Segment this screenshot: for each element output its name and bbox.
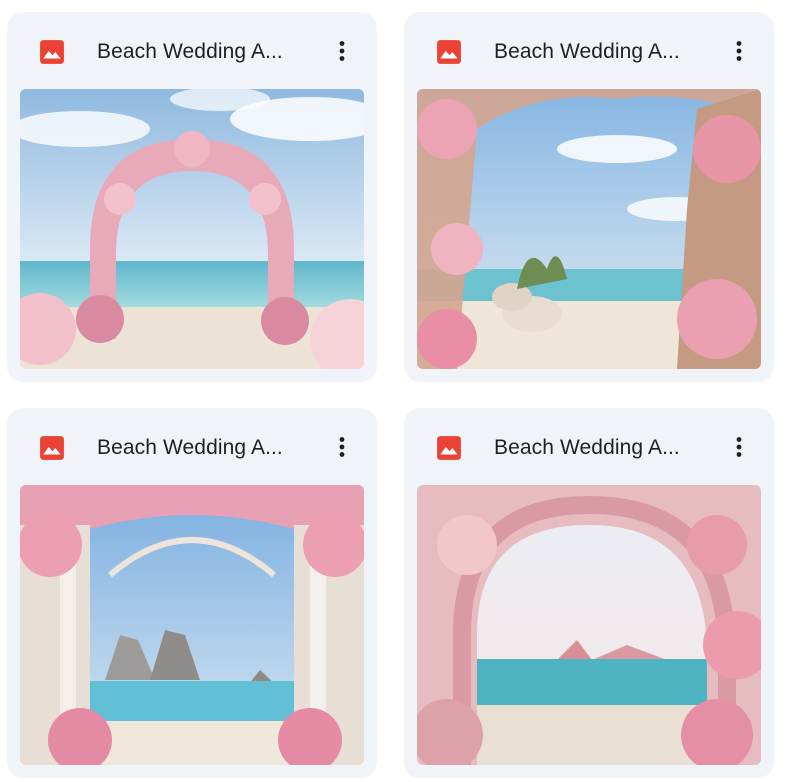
file-name: Beach Wedding A... [494,436,680,459]
more-actions-button[interactable] [722,34,756,68]
more-vert-icon [736,41,742,61]
more-actions-button[interactable] [722,430,756,464]
file-thumbnail[interactable] [20,89,364,369]
file-thumbnail[interactable] [417,485,761,765]
thumbnail-image [20,89,364,369]
more-vert-icon [736,437,742,457]
file-card-header: Beach Wedding A... [404,12,774,90]
file-card[interactable]: Beach Wedding A... [404,408,774,778]
file-thumbnail[interactable] [20,485,364,765]
thumbnail-image [20,485,364,765]
more-actions-button[interactable] [325,430,359,464]
file-card-header: Beach Wedding A... [7,408,377,486]
more-actions-button[interactable] [325,34,359,68]
file-card-header: Beach Wedding A... [7,12,377,90]
file-name: Beach Wedding A... [97,436,283,459]
thumbnail-image [417,89,761,369]
image-file-icon [437,40,461,64]
more-vert-icon [339,437,345,457]
thumbnail-image [417,485,761,765]
image-file-icon [40,40,64,64]
file-card[interactable]: Beach Wedding A... [7,408,377,778]
more-vert-icon [339,41,345,61]
image-file-icon [437,436,461,460]
file-name: Beach Wedding A... [97,40,283,63]
file-name: Beach Wedding A... [494,40,680,63]
file-card[interactable]: Beach Wedding A... [7,12,377,382]
file-card-header: Beach Wedding A... [404,408,774,486]
file-card[interactable]: Beach Wedding A... [404,12,774,382]
image-file-icon [40,436,64,460]
file-grid: Beach Wedding A... Beach Wedding A... Be… [0,0,792,782]
file-thumbnail[interactable] [417,89,761,369]
